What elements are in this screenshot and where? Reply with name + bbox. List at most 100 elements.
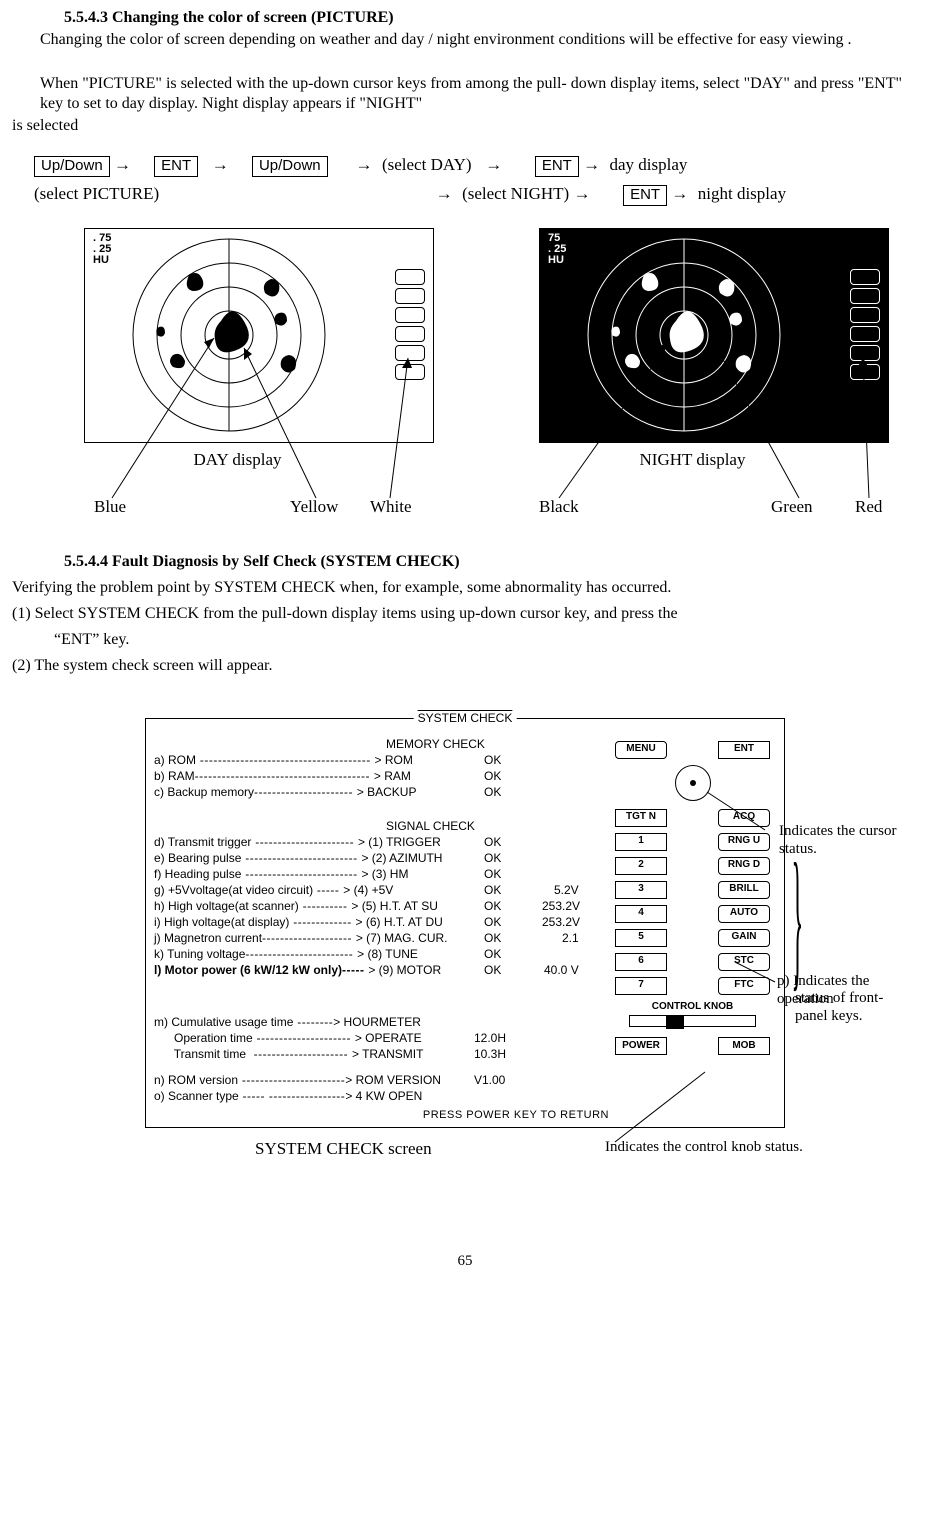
system-check-box: SYSTEM CHECK MEMORY CHECK SIGNAL CHECK a… [145, 718, 785, 1128]
row-c: c) Backup memory---------------------- >… [154, 785, 416, 800]
label-select-picture: (select PICTURE) [34, 184, 159, 203]
night-softkey [850, 345, 880, 361]
key-updown-1: Up/Down [34, 156, 110, 177]
num6-button: 6 [615, 953, 667, 971]
day-radar-col: . 75 . 25 HU D [10, 228, 465, 528]
flow-row-1: Up/Down → ENT → Up/Down → (select DAY) →… [34, 154, 920, 177]
key-ent-1: ENT [154, 156, 198, 177]
row-l: l) Motor power (6 kW/12 kW only)----- > … [154, 963, 441, 978]
night-softkey [850, 326, 880, 342]
row-m3: Transmit time --------------------- > TR… [154, 1047, 423, 1062]
row-m1: m) Cumulative usage time --------> HOURM… [154, 1015, 421, 1030]
row-n: n) ROM version -----------------------> … [154, 1073, 441, 1088]
night-radar-col: 75 . 25 HU NIGHT displa [465, 228, 920, 528]
step-2: (2) The system check screen will appear. [12, 656, 920, 676]
night-corner-text: 75 . 25 HU [548, 233, 566, 266]
row-o: o) Scanner type ----- ----------------->… [154, 1089, 422, 1104]
row-m2: Operation time --------------------- > O… [154, 1031, 422, 1046]
callout-black: Black [539, 496, 579, 517]
callout-red: Red [855, 496, 882, 517]
step-1b: “ENT” key. [54, 630, 920, 650]
ftc-button: FTC [718, 977, 770, 995]
rngu-button: RNG U [718, 833, 770, 851]
acq-button: ACQ [718, 809, 770, 827]
night-radar-svg [584, 235, 784, 435]
night-button-stack [850, 269, 880, 380]
night-softkey [850, 364, 880, 380]
power-button: POWER [615, 1037, 667, 1055]
label-select-day: (select DAY) [382, 155, 472, 174]
auto-button: AUTO [718, 905, 770, 923]
row-a: a) ROM ---------------------------------… [154, 753, 413, 768]
row-g: g) +5Vvoltage(at video circuit) ----- > … [154, 883, 393, 898]
row-i: i) High voltage(at display) ------------… [154, 915, 443, 930]
control-panel: MENUENT TGT NACQ 1RNG U 2RNG D 3BRILL 4A… [615, 741, 770, 1111]
day-button-stack [395, 269, 425, 380]
callout-white: White [370, 496, 412, 517]
night-softkey [850, 288, 880, 304]
note-cursor: Indicates the cursor status. [779, 822, 915, 860]
row-j: j) Magnetron current--------------------… [154, 931, 448, 946]
heading-5543: 5.5.4.3 Changing the color of screen (PI… [64, 8, 920, 28]
radar-figure-row: . 75 . 25 HU D [10, 228, 920, 528]
stc-button: STC [718, 953, 770, 971]
ent-button: ENT [718, 741, 770, 759]
day-softkey [395, 326, 425, 342]
num2-button: 2 [615, 857, 667, 875]
tgtn-button: TGT N [615, 809, 667, 827]
num1-button: 1 [615, 833, 667, 851]
day-caption: DAY display [10, 449, 465, 470]
row-k: k) Tuning voltage-----------------------… [154, 947, 418, 962]
callout-green: Green [771, 496, 813, 517]
row-f: f) Heading pulse -----------------------… [154, 867, 408, 882]
label-night-display: night display [698, 184, 786, 203]
callout-yellow: Yellow [290, 496, 338, 517]
label-day-display: day display [610, 155, 688, 174]
control-knob-bar [629, 1015, 756, 1027]
day-softkey [395, 288, 425, 304]
row-e: e) Bearing pulse -----------------------… [154, 851, 442, 866]
press-return-label: PRESS POWER KEY TO RETURN [423, 1109, 609, 1123]
day-softkey [395, 269, 425, 285]
step-1: (1) Select SYSTEM CHECK from the pull-do… [12, 604, 920, 624]
num7-button: 7 [615, 977, 667, 995]
night-softkey [850, 269, 880, 285]
note-keys-b: status of front-panel keys. [795, 989, 915, 1027]
num5-button: 5 [615, 929, 667, 947]
night-caption: NIGHT display [465, 449, 920, 470]
heading-5544: 5.5.4.4 Fault Diagnosis by Self Check (S… [64, 552, 920, 572]
page-number: 65 [10, 1252, 920, 1271]
gain-button: GAIN [718, 929, 770, 947]
num4-button: 4 [615, 905, 667, 923]
signal-check-title: SIGNAL CHECK [386, 819, 475, 834]
row-h: h) High voltage(at scanner) ---------- >… [154, 899, 438, 914]
system-check-figure: SYSTEM CHECK MEMORY CHECK SIGNAL CHECK a… [15, 712, 915, 1182]
para-5543-3: is selected [12, 116, 920, 136]
system-check-caption: SYSTEM CHECK screen [255, 1138, 432, 1159]
brill-button: BRILL [718, 881, 770, 899]
memory-check-title: MEMORY CHECK [386, 737, 485, 752]
night-softkey [850, 307, 880, 323]
control-knob-label: CONTROL KNOB [615, 1001, 770, 1014]
key-ent-3: ENT [623, 185, 667, 206]
system-check-title: SYSTEM CHECK [414, 711, 517, 726]
note-knob: Indicates the control knob status. [605, 1138, 803, 1157]
day-radar-svg [129, 235, 329, 435]
key-ent-2: ENT [535, 156, 579, 177]
day-softkey [395, 345, 425, 361]
rngd-button: RNG D [718, 857, 770, 875]
night-radar-screen: 75 . 25 HU [539, 228, 889, 443]
para-5543-1: Changing the color of screen depending o… [40, 30, 920, 50]
day-corner-text: . 75 . 25 HU [93, 233, 111, 266]
row-b: b) RAM----------------------------------… [154, 769, 411, 784]
para-5543-2: When "PICTURE" is selected with the up-d… [40, 74, 920, 114]
label-select-night: (select NIGHT) [462, 184, 569, 203]
menu-button: MENU [615, 741, 667, 759]
row-d: d) Transmit trigger --------------------… [154, 835, 441, 850]
callout-blue: Blue [94, 496, 126, 517]
para-5544-intro: Verifying the problem point by SYSTEM CH… [12, 578, 920, 598]
mob-button: MOB [718, 1037, 770, 1055]
day-softkey [395, 307, 425, 323]
key-updown-2: Up/Down [252, 156, 328, 177]
flow-row-2: (select PICTURE) → (select NIGHT) → ENT … [34, 183, 920, 206]
